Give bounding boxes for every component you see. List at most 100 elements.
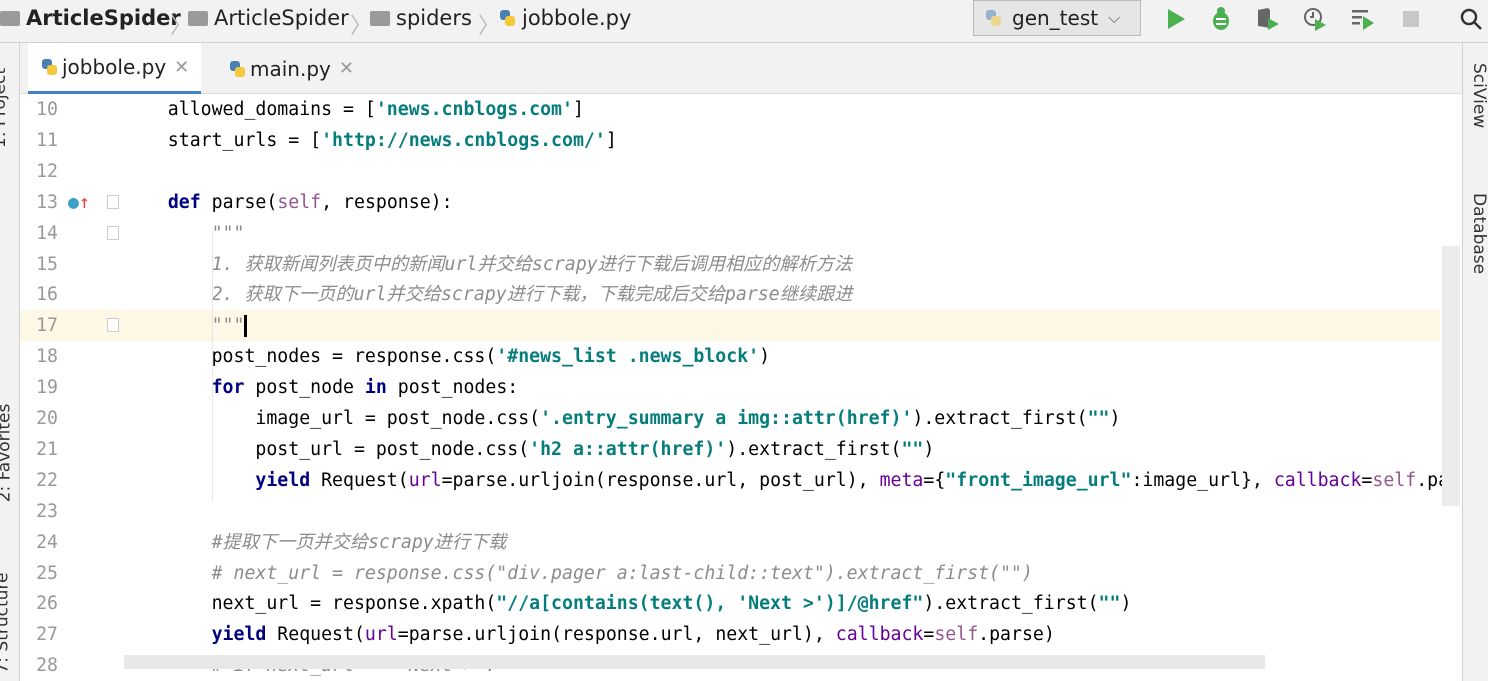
override-method-icon[interactable]: ●↑ [68, 187, 90, 218]
code-token: allowed_domains = [ [124, 99, 376, 120]
code-editor[interactable]: 10 allowed_domains = ['news.cnblogs.com'… [20, 94, 1462, 681]
breadcrumb-package[interactable]: ArticleSpider [188, 6, 349, 30]
breadcrumb-label: jobbole.py [522, 6, 632, 30]
code-token: ] [572, 99, 584, 120]
fold-marker-icon[interactable] [107, 194, 119, 209]
line-number: 13 [36, 191, 58, 213]
code-token: next_url = response.xpath( [124, 593, 497, 615]
favorites-panel-button[interactable]: 2: Favorites [0, 404, 14, 503]
code-line[interactable]: 23 [20, 496, 1440, 527]
code-token: ).extract_first( [726, 438, 902, 460]
horizontal-scrollbar[interactable] [124, 655, 1265, 669]
code-token: =parse.urljoin(response.url, post_url), [441, 469, 880, 491]
code-line[interactable]: 17 """ [20, 310, 1440, 342]
code-line[interactable]: 12 [20, 156, 1440, 187]
code-line[interactable]: 22 yield Request(url=parse.urljoin(respo… [20, 465, 1449, 496]
code-token: ) [1109, 408, 1121, 429]
close-icon[interactable]: ✕ [339, 58, 354, 79]
code-text: """ [124, 218, 245, 249]
line-number: 28 [36, 655, 58, 677]
search-icon[interactable] [1458, 6, 1484, 32]
code-token: ) [923, 438, 935, 460]
line-number: 23 [36, 500, 58, 522]
database-panel-button[interactable]: Database [1463, 193, 1488, 274]
structure-panel-button[interactable]: 7: Structure [0, 572, 13, 673]
tab-jobbole[interactable]: jobbole.py ✕ [28, 43, 202, 94]
code-line[interactable]: 16 2. 获取下一页的url并交给scrapy进行下载，下载完成后交给pars… [20, 279, 1440, 310]
line-number: 16 [36, 284, 58, 306]
fold-marker-icon[interactable] [107, 225, 119, 240]
code-line[interactable]: 25 # next_url = response.css("div.pager … [20, 558, 1440, 589]
code-token: 'http://news.cnblogs.com/' [321, 129, 606, 151]
tab-main[interactable]: main.py ✕ [216, 43, 366, 94]
fold-marker-icon[interactable] [107, 318, 119, 333]
code-token: 1. 获取新闻列表页中的新闻url并交给scrapy进行下载后调用相应的解析方法 [124, 253, 853, 275]
run-configuration-select[interactable]: gen_test ⌵ [973, 0, 1141, 36]
code-text: for post_node in post_nodes: [124, 372, 519, 403]
code-token: Request( [266, 624, 365, 646]
right-tool-strip: SciView Database [1462, 43, 1488, 681]
code-text: next_url = response.xpath("//a[contains(… [124, 588, 1132, 619]
coverage-icon[interactable] [1255, 6, 1281, 32]
line-number: 21 [36, 438, 58, 460]
breadcrumb-spiders[interactable]: spiders [370, 6, 472, 30]
code-token: "front_image_url" [945, 469, 1132, 491]
code-token: #提取下一页并交给scrapy进行下载 [124, 531, 507, 553]
breadcrumb-label: ArticleSpider [26, 6, 181, 30]
code-line[interactable]: 13 def parse(self, response): ●↑ [20, 187, 1440, 218]
breadcrumb-project[interactable]: ArticleSpider [0, 6, 181, 30]
code-line[interactable]: 14 """ [20, 218, 1440, 249]
code-text: allowed_domains = ['news.cnblogs.com'] [124, 94, 584, 125]
code-line[interactable]: 26 next_url = response.xpath("//a[contai… [20, 588, 1440, 619]
code-text: 2. 获取下一页的url并交给scrapy进行下载，下载完成后交给parse继续… [124, 279, 853, 310]
breadcrumb-file[interactable]: jobbole.py [498, 6, 631, 30]
code-text: 1. 获取新闻列表页中的新闻url并交给scrapy进行下载后调用相应的解析方法 [124, 249, 853, 280]
line-number: 20 [36, 408, 58, 429]
vertical-scrollbar[interactable] [1442, 246, 1460, 506]
python-file-icon [228, 59, 246, 79]
concurrency-icon[interactable] [1350, 6, 1376, 32]
code-line[interactable]: 19 for post_node in post_nodes: [20, 372, 1440, 403]
code-line[interactable]: 18 post_nodes = response.css('#news_list… [20, 341, 1440, 372]
code-text: yield Request(url=parse.urljoin(response… [124, 465, 1449, 496]
code-token: post_nodes = response.css( [124, 346, 497, 368]
run-config-label: gen_test [1012, 6, 1099, 30]
code-line[interactable]: 15 1. 获取新闻列表页中的新闻url并交给scrapy进行下载后调用相应的解… [20, 249, 1440, 280]
tab-label: main.py [250, 56, 331, 81]
code-token: post_node [244, 377, 365, 399]
code-line[interactable]: 27 yield Request(url=parse.urljoin(respo… [20, 619, 1440, 650]
code-text: post_url = post_node.css('h2 a::attr(hre… [124, 434, 934, 465]
code-line[interactable]: 21 post_url = post_node.css('h2 a::attr(… [20, 434, 1440, 465]
line-number: 18 [36, 346, 58, 368]
code-token: ) [759, 346, 771, 368]
line-number: 25 [36, 562, 58, 584]
code-token: post_url = post_node.css( [124, 438, 530, 460]
chevron-down-icon: ⌵ [1108, 8, 1121, 27]
code-token: = [1361, 469, 1373, 491]
code-token: def [167, 191, 201, 213]
stop-icon[interactable] [1398, 6, 1424, 32]
python-file-icon [40, 57, 58, 77]
code-token: """ [124, 315, 245, 337]
run-icon[interactable] [1163, 6, 1189, 32]
code-token: url [364, 624, 398, 646]
code-token: post_nodes: [386, 377, 519, 399]
chevron-right-icon: 〉 [478, 14, 501, 39]
close-icon[interactable]: ✕ [174, 57, 189, 78]
code-token: ).extract_first( [923, 593, 1099, 615]
code-line[interactable]: 24 #提取下一页并交给scrapy进行下载 [20, 527, 1440, 558]
profile-icon[interactable] [1302, 6, 1328, 32]
folder-icon [188, 10, 208, 26]
code-token: url [408, 469, 442, 491]
breadcrumb-label: ArticleSpider [214, 6, 349, 30]
line-number: 10 [36, 99, 58, 120]
code-line[interactable]: 20 image_url = post_node.css('.entry_sum… [20, 403, 1440, 434]
sciview-panel-button[interactable]: SciView [1463, 63, 1488, 128]
line-number: 11 [36, 129, 58, 151]
project-panel-button[interactable]: 1: Project [0, 68, 10, 148]
code-line[interactable]: 11 start_urls = ['http://news.cnblogs.co… [20, 125, 1440, 156]
debug-icon[interactable] [1208, 6, 1234, 32]
code-token: "" [901, 438, 924, 460]
code-line[interactable]: 10 allowed_domains = ['news.cnblogs.com'… [20, 94, 1440, 125]
